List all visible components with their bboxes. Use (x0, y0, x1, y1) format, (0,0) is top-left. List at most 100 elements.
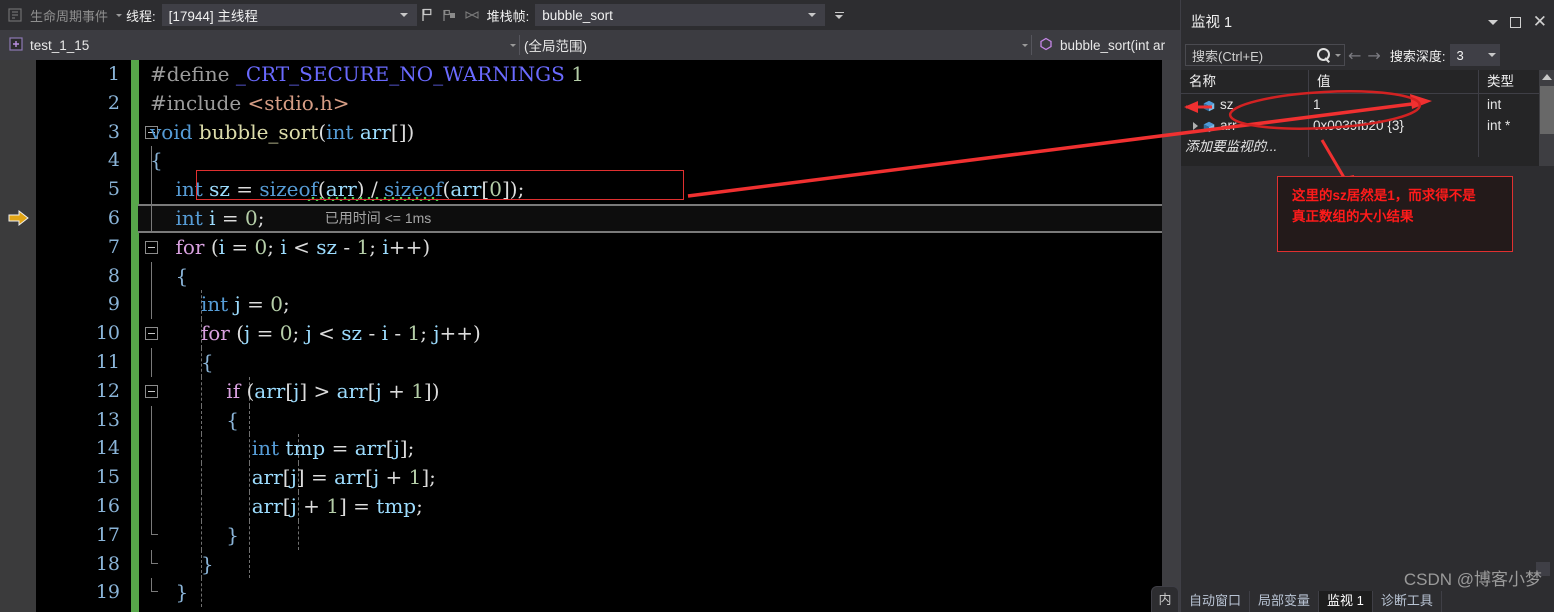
function-dropdown[interactable]: bubble_sort(int ar (1032, 32, 1178, 58)
watch-panel-title: 监视 1 (1191, 14, 1233, 31)
line-number: 19 (95, 581, 120, 604)
panel-tab-inactive[interactable]: 自动窗口 (1181, 591, 1251, 612)
memory-tab[interactable]: 内 (1151, 586, 1179, 612)
add-watch-row[interactable]: 添加要监视的... (1181, 136, 1554, 157)
code-text[interactable]: void bubble_sort(int arr[]) (150, 118, 414, 147)
chevron-down-icon[interactable] (1488, 53, 1497, 57)
search-placeholder: 搜索(Ctrl+E) (1192, 48, 1264, 64)
code-text[interactable]: { (150, 406, 239, 435)
column-header-value[interactable]: 值 (1309, 70, 1479, 93)
table-row[interactable]: arr 0x0039fb20 {3} int * (1181, 115, 1554, 136)
column-header-type[interactable]: 类型 (1479, 70, 1539, 93)
code-line[interactable]: 4{ (0, 146, 1180, 176)
close-icon[interactable]: ✕ (1533, 12, 1547, 32)
expander-icon[interactable] (1193, 121, 1198, 130)
code-text[interactable]: arr[j] = arr[j + 1]; (150, 463, 436, 492)
chevron-down-icon[interactable] (1022, 43, 1028, 47)
code-line[interactable]: 9 int j = 0; (0, 290, 1180, 320)
watch-row-name-sz[interactable]: sz (1181, 94, 1309, 115)
indent-guide (201, 578, 203, 608)
lifecycle-events-label[interactable]: 生命周期事件 (26, 6, 112, 25)
search-input[interactable]: 搜索(Ctrl+E) (1185, 44, 1345, 66)
code-text[interactable]: { (150, 348, 214, 377)
code-text[interactable]: int i = 0; (150, 204, 264, 233)
lifecycle-events-icon[interactable] (6, 6, 24, 24)
window-menu-caret-icon[interactable] (1487, 19, 1498, 25)
code-text[interactable]: if (arr[j] > arr[j + 1]) (150, 377, 439, 406)
search-icon[interactable] (1317, 48, 1331, 62)
scope-dropdown[interactable]: (全局范围) (520, 32, 1032, 58)
stack-frame-dropdown[interactable]: bubble_sort (535, 4, 826, 26)
flag-icon[interactable] (419, 6, 437, 24)
code-text[interactable]: for (j = 0; j < sz - i - 1; j++) (150, 319, 481, 348)
chevron-down-icon[interactable] (399, 13, 408, 17)
code-text[interactable]: for (i = 0; i < sz - 1; i++) (150, 233, 430, 262)
code-line[interactable]: 11 { (0, 348, 1180, 377)
line-number: 4 (107, 149, 120, 172)
code-text[interactable]: arr[j + 1] = tmp; (150, 492, 423, 521)
code-editor[interactable]: 1 #define _CRT_SECURE_NO_WARNINGS 1 2 #incl… (0, 60, 1180, 612)
code-text[interactable]: } (150, 521, 239, 550)
add-watch-placeholder[interactable]: 添加要监视的... (1181, 136, 1309, 157)
chevron-down-icon[interactable] (510, 43, 516, 47)
code-line[interactable]: 6 int i = 0; 已用时间 <= 1ms (0, 204, 1180, 233)
flag-group-icon[interactable] (441, 6, 459, 24)
watch-row-name-arr[interactable]: arr (1181, 115, 1309, 136)
code-line[interactable]: 7 for (i = 0; i < sz - 1; i++) (0, 233, 1180, 262)
code-line[interactable]: 14 int tmp = arr[j]; (0, 434, 1180, 464)
code-text[interactable]: int j = 0; (150, 290, 290, 319)
add-watch-type-cell (1479, 136, 1539, 157)
watch-row-value-sz[interactable]: 1 (1309, 94, 1479, 115)
search-next-button[interactable]: → (1367, 46, 1380, 65)
line-number: 18 (95, 552, 120, 575)
code-line[interactable]: 17 } (0, 520, 1180, 550)
watch-row-value-arr[interactable]: 0x0039fb20 {3} (1309, 115, 1479, 136)
project-dropdown[interactable]: test_1_15 (2, 32, 520, 58)
code-line[interactable]: 16 arr[j + 1] = tmp; (0, 492, 1180, 521)
code-text[interactable]: } (150, 550, 214, 579)
watch-search-row: 搜索(Ctrl+E) ← → 搜索深度: 3 (1181, 42, 1554, 68)
code-text[interactable]: { (150, 262, 188, 291)
search-depth-dropdown[interactable]: 3 (1450, 44, 1501, 66)
code-line[interactable]: 13 { (0, 405, 1180, 435)
code-text[interactable]: } (150, 578, 188, 607)
code-line[interactable]: 15 arr[j] = arr[j + 1]; (0, 463, 1180, 492)
scrollbar-thumb[interactable] (1540, 86, 1554, 134)
code-line[interactable]: 2 #include <stdio.h> (0, 89, 1180, 118)
add-watch-value-cell[interactable] (1309, 136, 1479, 157)
search-options-caret-icon[interactable] (1335, 53, 1341, 57)
code-text[interactable]: { (150, 146, 163, 175)
watch-table-scrollbar[interactable] (1539, 70, 1554, 166)
code-line[interactable]: 5 int sz = sizeof(arr) / sizeof(arr[0]); (0, 175, 1180, 204)
code-line[interactable]: 18 } (0, 549, 1180, 579)
code-line[interactable]: 3 void bubble_sort(int arr[]) (0, 118, 1180, 147)
watch-name-text: arr (1220, 118, 1237, 133)
maximize-icon[interactable] (1509, 16, 1521, 28)
editor-vertical-scrollbar[interactable] (1162, 60, 1180, 612)
toolbar-overflow-icon[interactable] (831, 3, 847, 27)
scroll-up-icon[interactable] (1542, 74, 1552, 80)
panel-tab-active[interactable]: 监视 1 (1319, 591, 1373, 612)
code-line[interactable]: 19 } (0, 578, 1180, 608)
thread-dropdown[interactable]: [17944] 主线程 (161, 4, 417, 26)
line-number: 7 (107, 235, 120, 258)
column-header-name[interactable]: 名称 (1181, 70, 1309, 93)
code-text[interactable]: #define _CRT_SECURE_NO_WARNINGS 1 (150, 60, 584, 89)
line-number: 16 (95, 495, 120, 517)
code-text[interactable]: #include <stdio.h> (150, 89, 349, 118)
panel-tab-inactive[interactable]: 局部变量 (1250, 591, 1320, 612)
code-text[interactable]: int tmp = arr[j]; (150, 434, 415, 463)
annotation-note: 这里的sz居然是1，而求得不是 真正数组的大小结果 (1277, 176, 1513, 252)
code-line[interactable]: 12 if (arr[j] > arr[j + 1]) (0, 376, 1180, 406)
watch-panel-titlebar: 监视 1 ✕ (1181, 8, 1554, 34)
watch-name-text: sz (1220, 97, 1234, 112)
parallel-watch-icon[interactable] (463, 6, 481, 24)
search-prev-button[interactable]: ← (1348, 46, 1361, 65)
watch-variables-table[interactable]: 名称 值 类型 sz 1 int arr 0x0039fb20 {3} int … (1181, 70, 1554, 166)
table-row[interactable]: sz 1 int (1181, 94, 1554, 115)
chevron-down-icon[interactable] (808, 13, 817, 17)
code-line[interactable]: 8 { (0, 261, 1180, 291)
panel-tab-inactive[interactable]: 诊断工具 (1373, 591, 1442, 612)
code-line[interactable]: 10 for (j = 0; j < sz - i - 1; j++) (0, 319, 1180, 348)
code-line[interactable]: 1 #define _CRT_SECURE_NO_WARNINGS 1 (0, 60, 1180, 89)
